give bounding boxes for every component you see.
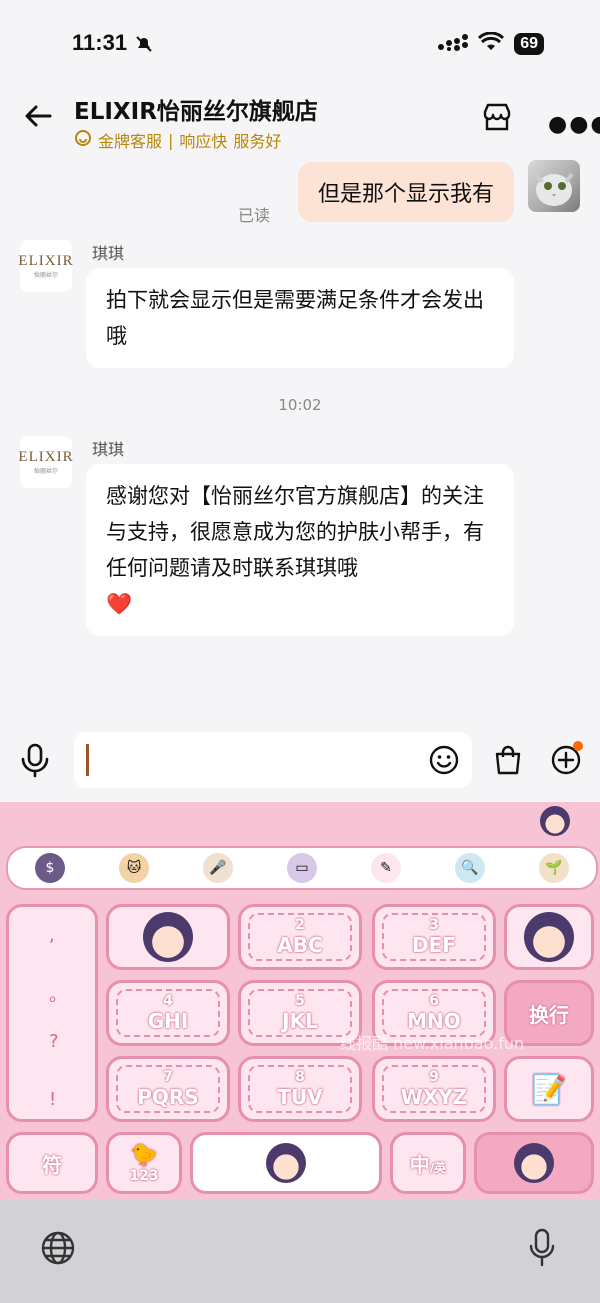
notepad-icon: 📝 bbox=[531, 1072, 567, 1106]
number-key[interactable]: 🐤 123 bbox=[106, 1132, 182, 1194]
battery-indicator: 69 bbox=[514, 33, 544, 55]
chibi-cat-boy bbox=[266, 1143, 306, 1183]
chick-icon: 🐤 bbox=[130, 1142, 158, 1168]
symbol-key[interactable]: 符 bbox=[6, 1132, 98, 1194]
agent-message-text: 感谢您对【怡丽丝尔官方旗舰店】的关注与支持，很愿意成为您的护肤小帮手，有任何问题… bbox=[106, 484, 484, 580]
punct-exclaim[interactable]: ! bbox=[49, 1089, 56, 1110]
punct-period[interactable]: 。 bbox=[49, 981, 67, 1007]
cat-sticker-icon[interactable]: 🐱 bbox=[119, 853, 149, 883]
store-logo-avatar[interactable]: ELIXIR 怡丽丝尔 bbox=[18, 436, 73, 488]
key-tuv[interactable]: 8 TUV bbox=[238, 1056, 362, 1122]
punct-comma[interactable]: , bbox=[49, 925, 55, 946]
sender-name: 琪琪 bbox=[92, 440, 125, 459]
my-message-bubble[interactable]: 但是那个显示我有 bbox=[297, 162, 514, 222]
read-status: 已读 bbox=[238, 206, 271, 225]
notification-dot bbox=[573, 741, 583, 751]
search-magnifier-icon[interactable]: 🔍 bbox=[455, 853, 485, 883]
subtitle-good: 服务好 bbox=[233, 132, 282, 151]
key-pqrs[interactable]: 7 PQRS bbox=[106, 1056, 230, 1122]
subtitle-divider: | bbox=[168, 130, 174, 150]
agent-message-bubble[interactable]: 拍下就会显示但是需要满足条件才会发出哦 bbox=[86, 268, 514, 368]
subtitle-gold: 金牌客服 bbox=[98, 132, 163, 151]
gold-service-icon bbox=[74, 129, 92, 151]
shopping-bag-icon[interactable] bbox=[492, 744, 524, 780]
chibi-cat-boy bbox=[143, 912, 193, 962]
system-keyboard-bar bbox=[0, 1200, 600, 1303]
microphone-tool-icon[interactable]: 🎤 bbox=[203, 853, 233, 883]
chibi-cat-boy bbox=[514, 1143, 554, 1183]
wifi-icon bbox=[478, 31, 505, 56]
watermark: 线报酷 new.xianbao.fun bbox=[340, 1034, 525, 1053]
mute-bell-icon bbox=[134, 34, 154, 58]
key-abc[interactable]: 2 ABC bbox=[238, 904, 362, 970]
key-1-sticker[interactable] bbox=[106, 904, 230, 970]
clipboard-icon[interactable]: ▭ bbox=[287, 853, 317, 883]
status-time: 11:31 bbox=[72, 30, 128, 55]
shop-subtitle: 金牌客服 | 响应快 服务好 bbox=[74, 128, 281, 152]
message-input[interactable] bbox=[74, 732, 472, 788]
sender-name: 琪琪 bbox=[92, 244, 125, 263]
dictation-mic-icon[interactable] bbox=[528, 1228, 556, 1272]
globe-icon[interactable] bbox=[40, 1230, 76, 1270]
keyboard-toolbar: $ 🐱 🎤 ▭ ✎ 🔍 🌱 bbox=[6, 846, 598, 890]
shop-title[interactable]: ELIXIR怡丽丝尔旗舰店 bbox=[74, 92, 318, 126]
key-wxyz[interactable]: 9 WXYZ bbox=[372, 1056, 496, 1122]
agent-message-bubble[interactable]: 感谢您对【怡丽丝尔官方旗舰店】的关注与支持，很愿意成为您的护肤小帮手，有任何问题… bbox=[86, 464, 514, 636]
chibi-cat-boy bbox=[524, 912, 574, 962]
plant-pot-icon[interactable]: 🌱 bbox=[539, 853, 569, 883]
keyboard-theme-avatar[interactable] bbox=[540, 806, 570, 836]
heart-emoji: ❤️ bbox=[106, 592, 133, 616]
edit-note-icon[interactable]: ✎ bbox=[371, 853, 401, 883]
more-options-icon[interactable]: ●●● bbox=[548, 112, 600, 137]
my-avatar[interactable] bbox=[528, 160, 580, 212]
signal-icon bbox=[438, 33, 469, 55]
store-logo-avatar[interactable]: ELIXIR 怡丽丝尔 bbox=[18, 240, 73, 292]
subtitle-fast: 响应快 bbox=[179, 132, 228, 151]
language-switch-key[interactable]: 中/英 bbox=[390, 1132, 466, 1194]
store-icon[interactable] bbox=[480, 100, 514, 138]
cat-skin-icon[interactable]: $ bbox=[35, 853, 65, 883]
delete-key[interactable] bbox=[504, 904, 594, 970]
send-key[interactable] bbox=[474, 1132, 594, 1194]
emoji-icon[interactable] bbox=[428, 744, 460, 780]
emoji-note-key[interactable]: 📝 bbox=[504, 1056, 594, 1122]
status-icons: 69 bbox=[438, 31, 544, 56]
punctuation-column[interactable]: , 。 ? ! bbox=[6, 904, 98, 1122]
space-key[interactable] bbox=[190, 1132, 382, 1194]
key-def[interactable]: 3 DEF bbox=[372, 904, 496, 970]
back-arrow-icon[interactable] bbox=[22, 100, 54, 132]
message-timestamp: 10:02 bbox=[278, 396, 322, 414]
key-ghi[interactable]: 4 GHI bbox=[106, 980, 230, 1046]
voice-input-icon[interactable] bbox=[18, 742, 52, 782]
punct-question[interactable]: ? bbox=[49, 1031, 59, 1052]
text-cursor bbox=[86, 744, 89, 776]
